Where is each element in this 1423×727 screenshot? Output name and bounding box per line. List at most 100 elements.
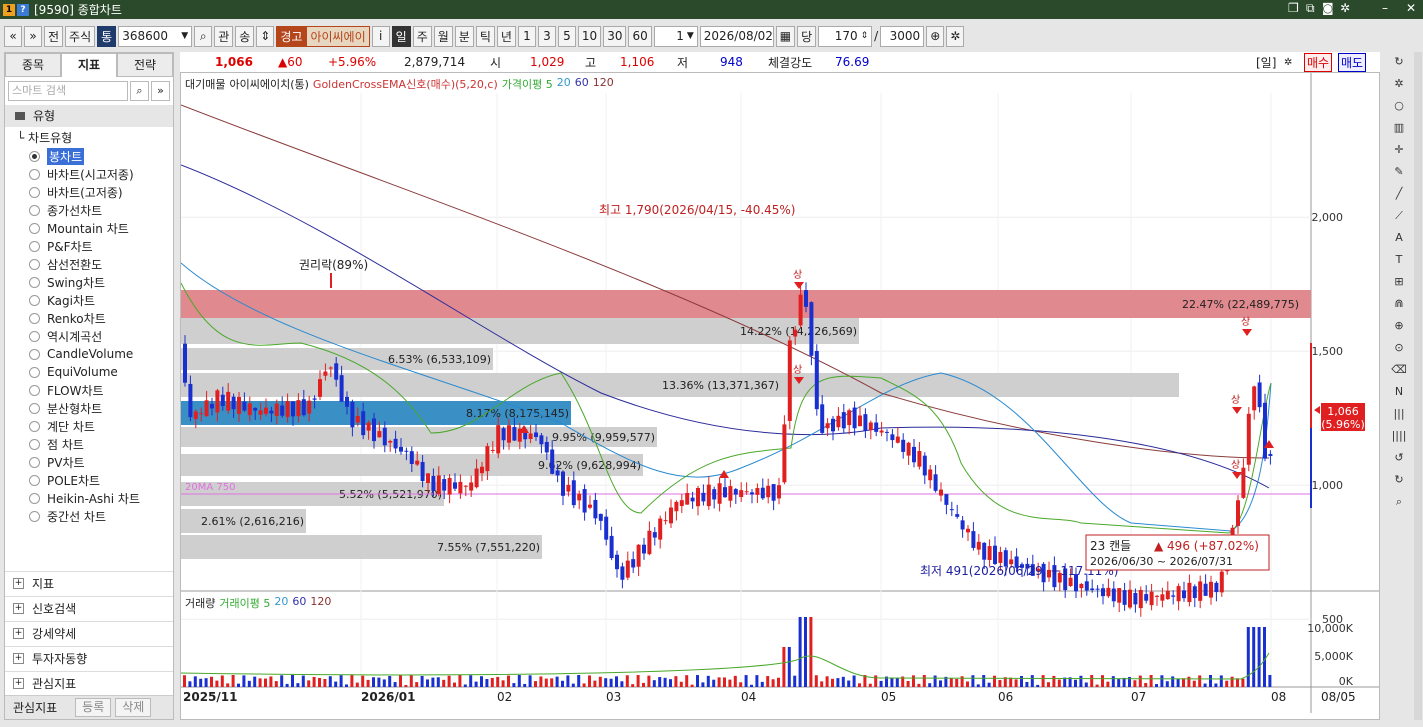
min-5-button[interactable]: 5 xyxy=(557,25,576,47)
delete-button[interactable]: 삭제 xyxy=(115,698,152,717)
radio-icon[interactable] xyxy=(29,348,40,360)
calendar-icon[interactable]: ▦ xyxy=(775,25,796,47)
period-month-tab[interactable]: 월 xyxy=(433,25,453,47)
chart-icon[interactable]: ▥ xyxy=(1389,118,1409,138)
candle-count-input[interactable]: 170 ⇕ xyxy=(818,25,873,47)
min-3-button[interactable]: 3 xyxy=(537,25,556,47)
min-10-button[interactable]: 10 xyxy=(577,25,602,47)
chart-type-item[interactable]: 바차트(시고저종) xyxy=(5,165,173,183)
ray-icon[interactable]: ⟋ xyxy=(1389,206,1409,226)
radio-icon[interactable] xyxy=(29,312,40,324)
redo-icon[interactable]: ↻ xyxy=(1389,470,1409,490)
stock-code-input[interactable]: 368600 ▼ xyxy=(118,25,193,47)
radio-icon[interactable] xyxy=(29,240,40,252)
min-60-button[interactable]: 60 xyxy=(628,25,652,47)
n-icon[interactable]: N xyxy=(1389,382,1409,402)
chart-type-item[interactable]: 계단 차트 xyxy=(5,417,173,435)
subgroup-chart-type[interactable]: └ 차트유형 xyxy=(5,129,173,147)
group-type[interactable]: 유형 xyxy=(5,105,173,127)
chart-type-item[interactable]: Swing차트 xyxy=(5,273,173,291)
zoom-icon[interactable]: ⊕ xyxy=(1389,316,1409,336)
group-investor-trend[interactable]: + 투자자동향 xyxy=(5,646,173,670)
radio-icon[interactable] xyxy=(29,150,40,162)
delete-icon[interactable]: ⌫ xyxy=(1389,360,1409,380)
chart-type-item[interactable]: 중간선 차트 xyxy=(5,507,173,525)
total-count-input[interactable]: 3000 xyxy=(880,25,925,47)
chevron-down-icon[interactable]: ▼ xyxy=(181,31,188,41)
bars2-icon[interactable]: |||| xyxy=(1389,426,1409,446)
radio-icon[interactable] xyxy=(29,330,40,342)
stock-type-button[interactable]: 주식 xyxy=(65,25,96,47)
settings-icon[interactable]: ✲ xyxy=(1389,74,1409,94)
send-button[interactable]: 송 xyxy=(235,25,255,47)
line-icon[interactable]: ╱ xyxy=(1389,184,1409,204)
radio-icon[interactable] xyxy=(29,438,40,450)
radio-icon[interactable] xyxy=(29,204,40,216)
stepper-icon[interactable]: ⇕ xyxy=(861,31,869,41)
chart-type-item[interactable]: 역시계곡선 xyxy=(5,327,173,345)
chart-type-item[interactable]: Kagi차트 xyxy=(5,291,173,309)
radio-icon[interactable] xyxy=(29,366,40,378)
chevron-down-icon[interactable]: ▼ xyxy=(687,31,694,41)
group-favorite-indicators[interactable]: + 관심지표 xyxy=(5,671,173,695)
minimize-icon[interactable]: – xyxy=(1382,1,1388,15)
group-indicators[interactable]: + 지표 xyxy=(5,571,173,595)
close-icon[interactable]: ✕ xyxy=(1406,1,1416,15)
settings-gear-icon[interactable]: ✲ xyxy=(1340,1,1350,15)
radio-icon[interactable] xyxy=(29,168,40,180)
chart-type-item[interactable]: Mountain 차트 xyxy=(5,219,173,237)
date-input[interactable]: 2026/08/02 xyxy=(699,25,774,47)
chart-type-item[interactable]: EquiVolume xyxy=(5,363,173,381)
chart-type-item[interactable]: 바차트(고저종) xyxy=(5,183,173,201)
integrated-button[interactable]: 통 xyxy=(97,25,117,47)
chart-type-item[interactable]: 종가선차트 xyxy=(5,201,173,219)
search-icon[interactable]: ⌕ xyxy=(194,25,213,47)
updown-icon[interactable]: ⇕ xyxy=(256,25,275,47)
chart-type-item[interactable]: 삼선전환도 xyxy=(5,255,173,273)
prev-button[interactable]: « xyxy=(4,25,22,47)
radio-icon[interactable] xyxy=(29,456,40,468)
circle-icon[interactable]: ○ xyxy=(1389,96,1409,116)
search-icon[interactable]: ⌕ xyxy=(1389,492,1409,512)
min-30-button[interactable]: 30 xyxy=(603,25,627,47)
chart-type-item[interactable]: Renko차트 xyxy=(5,309,173,327)
right-scrollbar[interactable] xyxy=(1414,52,1422,720)
chart-area[interactable]: 2,000 1,500 1,000 500 10,000K 5,000K 0K 2025/11… xyxy=(180,72,1380,720)
bars-icon[interactable]: ||| xyxy=(1389,404,1409,424)
text-icon[interactable]: T xyxy=(1389,250,1409,270)
crosshair-icon[interactable]: ✛ xyxy=(1389,140,1409,160)
period-week-tab[interactable]: 주 xyxy=(412,25,432,47)
chart-type-item[interactable]: PV차트 xyxy=(5,453,173,471)
tab-stocks[interactable]: 종목 xyxy=(5,53,61,77)
radio-icon[interactable] xyxy=(29,420,40,432)
search-icon[interactable]: ⌕ xyxy=(130,81,149,101)
watch-button[interactable]: 관 xyxy=(214,25,234,47)
group-strength[interactable]: + 강세약세 xyxy=(5,621,173,645)
buy-button[interactable]: 매수 xyxy=(1304,52,1333,72)
fibo-icon[interactable]: ⊞ xyxy=(1389,272,1409,292)
magnet-icon[interactable]: ⋒ xyxy=(1389,294,1409,314)
radio-icon[interactable] xyxy=(29,186,40,198)
chart-type-item[interactable]: CandleVolume xyxy=(5,345,173,363)
radio-icon[interactable] xyxy=(29,276,40,288)
radio-icon[interactable] xyxy=(29,474,40,486)
chart-type-item[interactable]: 봉차트 xyxy=(5,147,173,165)
window-restore-icon[interactable]: ❐ xyxy=(1288,1,1299,15)
group-signal-search[interactable]: + 신호검색 xyxy=(5,596,173,620)
next-button[interactable]: » xyxy=(24,25,42,47)
auto-icon[interactable]: A xyxy=(1389,228,1409,248)
help-icon[interactable]: ? xyxy=(17,3,29,16)
info-button[interactable]: i xyxy=(371,25,390,47)
chart-settings-icon[interactable]: ✲ xyxy=(946,25,965,47)
undo-icon[interactable]: ↺ xyxy=(1389,448,1409,468)
tab-strategy[interactable]: 전략 xyxy=(117,53,173,77)
chart-type-item[interactable]: 점 차트 xyxy=(5,435,173,453)
period-minute-tab[interactable]: 분 xyxy=(454,25,474,47)
radio-icon[interactable] xyxy=(29,510,40,522)
current-button[interactable]: 당 xyxy=(797,25,817,47)
radio-icon[interactable] xyxy=(29,294,40,306)
radio-icon[interactable] xyxy=(29,492,40,504)
refresh-icon[interactable]: ↻ xyxy=(1389,52,1409,72)
chart-type-item[interactable]: 분산형차트 xyxy=(5,399,173,417)
expand-icon[interactable]: » xyxy=(151,81,170,101)
